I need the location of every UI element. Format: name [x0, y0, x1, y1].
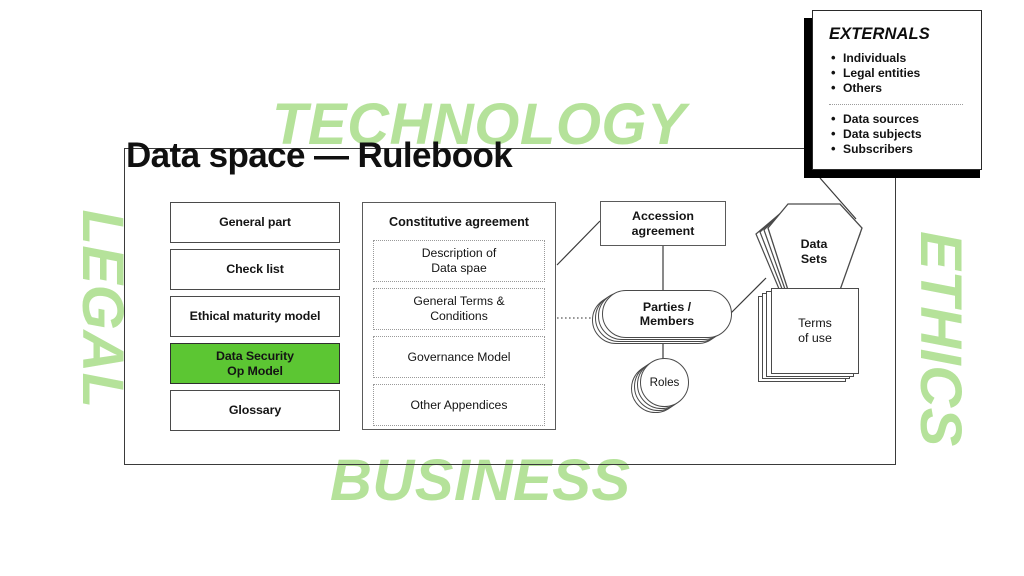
externals-title: EXTERNALS [829, 25, 930, 43]
diagram-canvas: TECHNOLOGY LEGAL ETHICS BUSINESS General… [0, 0, 1024, 576]
externals-item-others: Others [831, 80, 967, 97]
roles-front: Roles [640, 358, 689, 407]
watermark-legal: LEGAL [70, 209, 135, 409]
appendix-description-of-data-space[interactable]: Description of Data spae [373, 240, 545, 282]
appendix-general-terms-conditions[interactable]: General Terms & Conditions [373, 288, 545, 330]
doc-check-list-label: Check list [226, 262, 284, 277]
externals-item-data-sources: Data sources [831, 111, 967, 128]
externals-item-subscribers: Subscribers [831, 141, 967, 158]
constitutive-agreement-title: Constitutive agreement [389, 215, 529, 229]
parties-members-label: Parties / Members [639, 299, 695, 328]
data-sets-label: Data Sets [800, 237, 828, 266]
externals-group-one-list: Individuals Legal entities Others [829, 50, 967, 97]
rulebook-documents-column: General part Check list Ethical maturity… [170, 202, 340, 437]
externals-divider [829, 103, 963, 105]
terms-of-use-group[interactable]: Terms of use [758, 288, 862, 388]
terms-of-use-front: Terms of use [771, 288, 859, 374]
parties-members-group[interactable]: Parties / Members [592, 290, 734, 344]
appendix-governance-model[interactable]: Governance Model [373, 336, 545, 378]
doc-ethical-maturity-model-label: Ethical maturity model [189, 309, 321, 324]
doc-glossary-label: Glossary [228, 403, 282, 418]
appendix-other-label: Other Appendices [410, 397, 508, 412]
externals-panel: EXTERNALS Individuals Legal entities Oth… [812, 10, 982, 170]
doc-data-security-op-model[interactable]: Data Security Op Model [170, 343, 340, 384]
doc-ethical-maturity-model[interactable]: Ethical maturity model [170, 296, 340, 337]
parties-members-front: Parties / Members [602, 290, 732, 338]
roles-label: Roles [649, 376, 680, 389]
externals-item-individuals: Individuals [831, 50, 967, 67]
appendix-description-label: Description of Data spae [421, 246, 497, 275]
terms-of-use-label: Terms of use [798, 315, 832, 346]
appendix-other-appendices[interactable]: Other Appendices [373, 384, 545, 426]
externals-group-two-list: Data sources Data subjects Subscribers [829, 111, 967, 158]
accession-agreement-label: Accession agreement [631, 209, 695, 238]
externals-item-data-subjects: Data subjects [831, 126, 967, 143]
appendix-governance-label: Governance Model [407, 349, 511, 364]
doc-general-part-label: General part [219, 215, 291, 230]
doc-check-list[interactable]: Check list [170, 249, 340, 290]
accession-agreement-box[interactable]: Accession agreement [600, 201, 726, 246]
watermark-ethics: ETHICS [908, 231, 973, 447]
doc-general-part[interactable]: General part [170, 202, 340, 243]
doc-glossary[interactable]: Glossary [170, 390, 340, 431]
page-title: Data space — Rulebook [126, 136, 513, 175]
doc-data-security-op-model-label: Data Security Op Model [216, 349, 294, 378]
externals-item-legal-entities: Legal entities [831, 65, 967, 82]
roles-group[interactable]: Roles [631, 358, 701, 414]
constitutive-agreement-group: Constitutive agreement Description of Dat… [362, 202, 556, 430]
appendix-terms-label: General Terms & Conditions [413, 294, 505, 323]
